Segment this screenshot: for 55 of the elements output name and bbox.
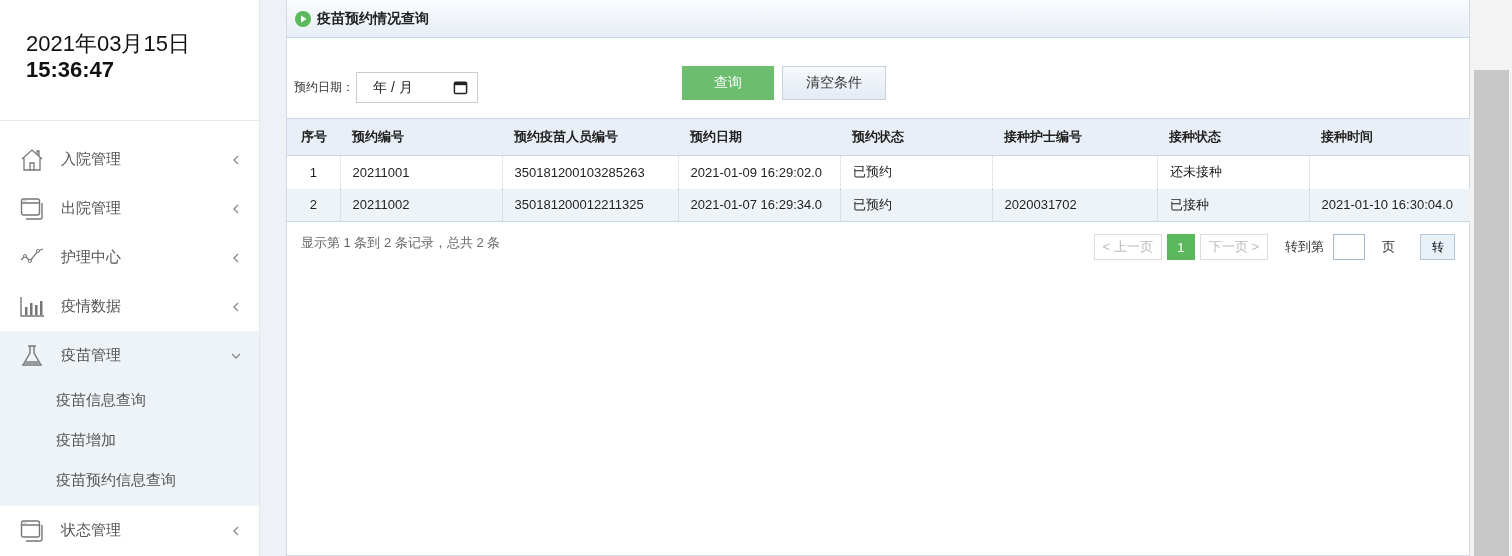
bar-chart-icon xyxy=(20,294,44,319)
windows-icon xyxy=(20,196,44,221)
table-cell: 2020031702 xyxy=(1004,197,1077,213)
date-field[interactable]: 年 / 月 xyxy=(356,71,478,103)
table-cell: 1 xyxy=(309,164,317,180)
windows-icon xyxy=(20,518,44,543)
table-cell: 已接种 xyxy=(1169,196,1209,212)
flask-icon xyxy=(20,343,44,368)
submenu-item[interactable]: 疫苗增加 xyxy=(0,420,259,460)
table-cell: 还未接种 xyxy=(1169,164,1222,180)
chevron-left-icon xyxy=(231,252,241,263)
table-cell: 350181200012211325 xyxy=(514,197,644,213)
column-header: 接种时间 xyxy=(1309,118,1470,156)
column-header: 接种护士编号 xyxy=(992,118,1157,156)
column-header: 序号 xyxy=(287,118,340,156)
table-cell: 2021-01-09 16:29:02.0 xyxy=(690,164,823,180)
nav-item[interactable]: 疫苗管理 xyxy=(0,331,259,380)
page-unit: 页 xyxy=(1382,238,1395,256)
clear-button[interactable]: 清空条件 xyxy=(782,66,886,100)
house-icon xyxy=(20,147,44,172)
column-header: 接种状态 xyxy=(1157,118,1309,156)
table-cell: 20211002 xyxy=(352,197,410,213)
table-cell: 已预约 xyxy=(852,164,892,180)
nav-item[interactable]: 状态管理 xyxy=(0,506,259,555)
chevron-left-icon xyxy=(231,301,241,312)
chevron-left-icon xyxy=(231,203,241,214)
nav-item[interactable]: 疫情数据 xyxy=(0,282,259,331)
scrollbar[interactable] xyxy=(1470,0,1512,556)
column-header: 预约状态 xyxy=(840,118,992,156)
date-text: 2021年03月15日 xyxy=(26,31,191,57)
submenu-item[interactable]: 疫苗信息查询 xyxy=(0,380,259,420)
panel-title: 疫苗预约情况查询 xyxy=(317,9,429,28)
column-header: 预约日期 xyxy=(678,118,840,156)
table-cell: 2021-01-10 16:30:04.0 xyxy=(1321,197,1454,213)
field-label: 预约日期： xyxy=(294,78,354,96)
time-text: 15:36:47 xyxy=(26,57,116,83)
table-cell: 已预约 xyxy=(852,196,892,212)
go-button[interactable]: 转 xyxy=(1420,234,1455,260)
submenu-item[interactable]: 疫苗预约信息查询 xyxy=(0,460,259,500)
column-header: 预约疫苗人员编号 xyxy=(502,118,678,156)
nav-item[interactable]: 护理中心 xyxy=(0,233,259,282)
table-cell: 20211001 xyxy=(352,164,410,180)
page-input[interactable] xyxy=(1333,234,1365,260)
record-summary: 显示第 1 条到 2 条记录，总共 2 条 xyxy=(301,234,501,252)
column-header: 预约编号 xyxy=(340,118,502,156)
chevron-left-icon xyxy=(231,525,241,536)
chevron-left-icon xyxy=(231,154,241,165)
play-icon xyxy=(295,10,311,27)
table-cell: 350181200103285263 xyxy=(514,164,645,180)
table-cell: 2 xyxy=(309,197,317,213)
calendar-icon xyxy=(453,79,468,95)
nav-item[interactable]: 出院管理 xyxy=(0,184,259,233)
table-cell: 2021-01-07 16:29:34.0 xyxy=(690,197,823,213)
nav-item[interactable]: 入院管理 xyxy=(0,135,259,184)
goto-label: 转到第 xyxy=(1285,238,1324,256)
